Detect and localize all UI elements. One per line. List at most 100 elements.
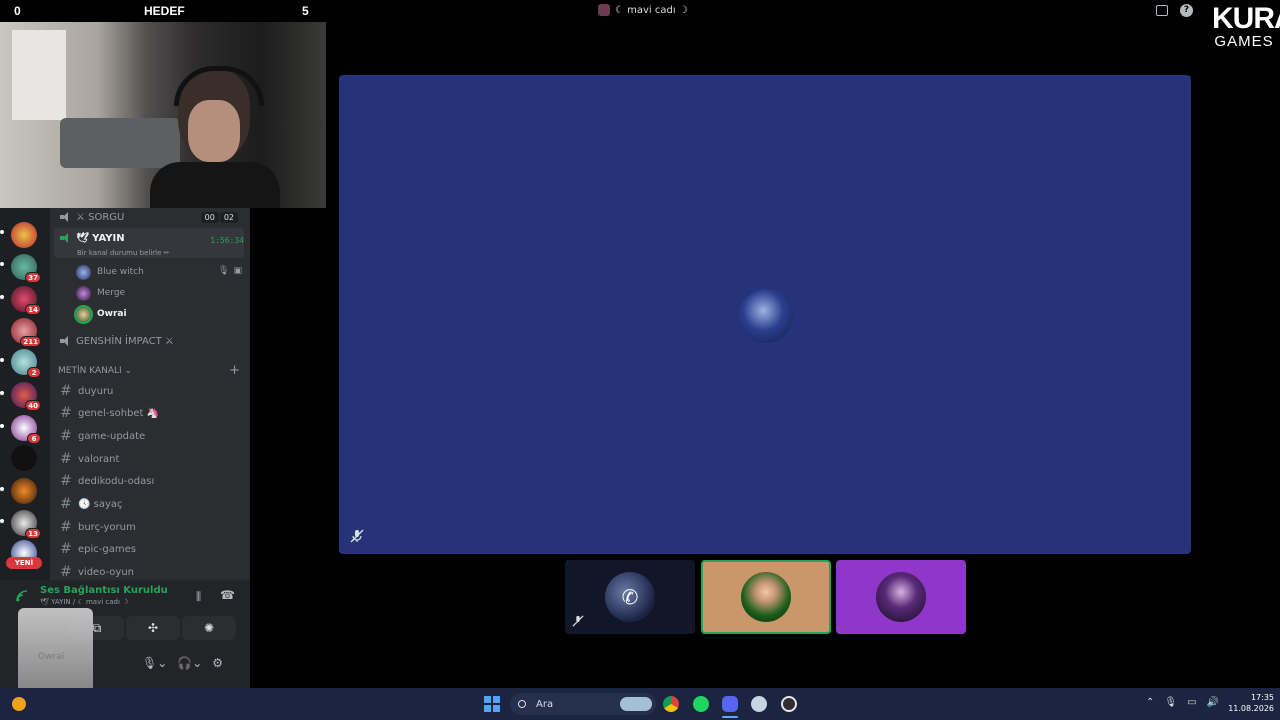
server-icon[interactable] xyxy=(11,222,37,248)
call-title: ☾ mavi cadı ☽ xyxy=(615,4,688,16)
active-app-indicator xyxy=(722,716,738,718)
logo-line-2: GAMES xyxy=(1214,33,1274,50)
server-icon[interactable]: 14 xyxy=(11,286,41,315)
focused-user-avatar xyxy=(739,289,793,343)
search-icon xyxy=(518,700,526,708)
unread-pip xyxy=(0,487,4,491)
system-tray: ⌃ 🎙 ▭ 🔊 xyxy=(1146,697,1219,708)
text-channel[interactable]: # game-update xyxy=(58,426,244,446)
mention-badge: 37 xyxy=(25,272,41,283)
search-highlight-image[interactable] xyxy=(620,697,652,711)
voice-status[interactable]: Ses Bağlantısı Kuruldu xyxy=(40,585,168,596)
hash-icon: # xyxy=(60,496,72,512)
discord-icon[interactable] xyxy=(722,696,738,712)
kura-games-logo: KURA GAMES xyxy=(1212,2,1280,50)
server-icon[interactable]: 13 xyxy=(11,510,41,539)
hash-icon: # xyxy=(60,451,72,467)
call-duration: 1:56:34 xyxy=(210,236,244,245)
voice-channel-name: GENSHİN İMPACT ⚔ xyxy=(76,335,174,347)
chevron-up-icon[interactable]: ⌃ xyxy=(1146,697,1154,708)
steam-icon[interactable] xyxy=(751,696,767,712)
text-channel[interactable]: # dedikodu-odası xyxy=(58,471,244,491)
text-channel[interactable]: # valorant xyxy=(58,449,244,469)
channel-status-prompt[interactable]: Bir kanal durumu belirle ✏ xyxy=(77,249,170,257)
participant-tile[interactable]: ✆ xyxy=(565,560,695,634)
text-channel[interactable]: # burç-yorum xyxy=(58,517,244,537)
network-icon[interactable]: ▭ xyxy=(1187,697,1196,708)
spotify-icon[interactable] xyxy=(693,696,709,712)
webcam-person-face xyxy=(188,100,240,162)
clock-time: 17:35 xyxy=(1250,693,1274,702)
text-channel-name: valorant xyxy=(78,453,120,465)
unread-pip xyxy=(0,262,4,266)
mention-badge: 14 xyxy=(25,304,41,315)
text-channel[interactable]: # epic-games xyxy=(58,539,244,559)
start-menu-icon[interactable] xyxy=(484,696,500,712)
settings-gear-icon[interactable]: ⚙ xyxy=(212,656,223,670)
microphone-icon[interactable]: 🎙⌄ xyxy=(142,656,167,670)
unread-pip xyxy=(0,424,4,428)
help-icon[interactable]: ? xyxy=(1180,4,1193,17)
noise-suppression-icon[interactable]: ⫼ xyxy=(196,590,201,604)
headphones-icon[interactable]: 🎧⌄ xyxy=(177,656,202,670)
text-channel[interactable]: # 🕓 sayaç xyxy=(58,494,244,514)
text-channel-name: 🕓 sayaç xyxy=(78,498,123,510)
avatar xyxy=(76,306,91,322)
server-icon[interactable]: 40 xyxy=(11,382,41,411)
chrome-icon[interactable] xyxy=(663,696,679,712)
voice-channel-name: ⚔ SORGU xyxy=(76,211,125,223)
user-limit: 02 xyxy=(219,211,238,223)
server-icon[interactable]: 6 xyxy=(11,415,41,444)
mention-badge: 13 xyxy=(25,528,41,539)
hash-icon: # xyxy=(60,473,72,489)
logo-line-1: KURA xyxy=(1212,2,1280,35)
unread-pip xyxy=(0,519,4,523)
weather-icon[interactable] xyxy=(12,697,26,711)
text-channel[interactable]: # video-oyun xyxy=(58,562,244,580)
voice-channel-path[interactable]: 🕊 YAYIN / ☾ mavi cadı ☽ xyxy=(40,598,128,606)
server-icon[interactable] xyxy=(11,445,37,471)
webcam-overlay xyxy=(0,22,326,208)
hash-icon: # xyxy=(60,428,72,444)
unread-pip xyxy=(0,230,4,234)
hash-icon: # xyxy=(60,383,72,399)
webcam-sofa xyxy=(60,118,180,168)
server-icon[interactable]: 2 xyxy=(11,349,41,378)
voice-channel-genshin[interactable]: GENSHİN İMPACT ⚔ xyxy=(54,330,244,352)
soundboard-button[interactable]: ✺ xyxy=(182,616,236,640)
search-placeholder: Ara xyxy=(536,698,554,710)
goal-target-count: 5 xyxy=(302,4,309,18)
server-icon[interactable] xyxy=(11,478,37,504)
obs-icon[interactable] xyxy=(781,696,797,712)
activities-button[interactable]: ✣ xyxy=(126,616,180,640)
voice-member[interactable]: Blue witch xyxy=(76,262,144,282)
voice-channel-sorgu[interactable]: ⚔ SORGU 00 02 xyxy=(54,208,244,228)
phone-icon: ✆ xyxy=(621,585,639,609)
signal-icon[interactable] xyxy=(16,590,30,602)
add-channel-button[interactable]: + xyxy=(229,363,240,378)
participant-tile[interactable] xyxy=(836,560,966,634)
webcam-window xyxy=(12,30,66,120)
soundboard-icon: ✺ xyxy=(203,621,215,635)
text-channel-name: epic-games xyxy=(78,543,136,555)
mute-icon: 🎙 xyxy=(218,266,230,276)
participant-tile-speaking[interactable] xyxy=(701,560,831,634)
voice-member[interactable]: Owrai xyxy=(76,304,127,324)
disconnect-icon[interactable]: ☎ xyxy=(220,588,235,602)
text-category-header[interactable]: METİN KANALI ⌄ xyxy=(58,366,132,376)
speaker-icon xyxy=(60,212,70,222)
microphone-icon[interactable]: 🎙 xyxy=(1164,697,1177,708)
voice-channel-name: 🕊 YAYIN xyxy=(76,233,125,244)
volume-icon[interactable]: 🔊 xyxy=(1207,697,1219,708)
muted-mic-icon xyxy=(572,615,584,627)
text-channel-name: duyuru xyxy=(78,385,114,397)
text-channel[interactable]: # genel-sohbet 🦄 xyxy=(58,403,244,423)
server-icon[interactable]: 37 xyxy=(11,254,41,283)
unread-pip xyxy=(0,358,4,362)
user-count: 00 xyxy=(200,211,219,223)
voice-member[interactable]: Merge xyxy=(76,283,125,303)
taskbar-clock[interactable]: 17:35 11.08.2026 xyxy=(1224,692,1274,714)
inbox-icon[interactable] xyxy=(1156,5,1168,16)
text-channel[interactable]: # duyuru xyxy=(58,381,244,401)
server-icon[interactable]: 211 xyxy=(11,318,41,347)
